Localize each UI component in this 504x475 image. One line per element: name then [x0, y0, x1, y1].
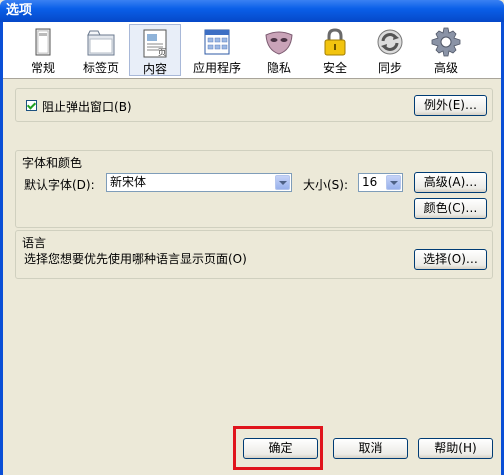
- language-group: 语言 选择您想要优先使用哪种语言显示页面(O) 选择(O)…: [15, 230, 493, 279]
- tab-sync[interactable]: 同步: [364, 24, 416, 76]
- tab-content-label: 内容: [142, 62, 167, 76]
- advanced-gear-icon: [430, 26, 462, 58]
- tab-tabs-label: 标签页: [82, 61, 119, 75]
- applications-icon: [201, 26, 233, 58]
- block-popups-label[interactable]: 阻止弹出窗口(B): [42, 98, 132, 115]
- options-window: 常规 标签页 页 内容 应用程序 隐私 安全 同步 高级 阻止弹出窗口(B) 例…: [0, 22, 504, 475]
- help-button[interactable]: 帮助(H): [418, 438, 493, 459]
- privacy-mask-icon: [263, 26, 295, 58]
- svg-text:页: 页: [158, 48, 166, 57]
- fonts-advanced-button[interactable]: 高级(A)…: [414, 172, 487, 193]
- tab-general[interactable]: 常规: [17, 24, 69, 76]
- language-group-title: 语言: [22, 236, 47, 250]
- category-toolbar: 常规 标签页 页 内容 应用程序 隐私 安全 同步 高级: [3, 22, 501, 79]
- default-font-label: 默认字体(D):: [24, 178, 95, 192]
- tab-tabs[interactable]: 标签页: [75, 24, 127, 76]
- font-size-value: 16: [362, 175, 378, 189]
- tab-general-label: 常规: [30, 61, 55, 75]
- fonts-group-title: 字体和颜色: [22, 156, 83, 170]
- tab-applications[interactable]: 应用程序: [188, 24, 246, 76]
- security-lock-icon: [319, 26, 351, 58]
- fonts-colors-group: 字体和颜色 默认字体(D): 新宋体 大小(S): 16 高级(A)… 颜色(C…: [15, 150, 493, 228]
- font-size-label: 大小(S):: [303, 178, 349, 192]
- tab-applications-label: 应用程序: [192, 61, 241, 75]
- tab-content[interactable]: 页 内容: [129, 24, 181, 76]
- cancel-button[interactable]: 取消: [333, 438, 408, 459]
- general-icon: [27, 26, 59, 58]
- window-title: 选项: [6, 3, 33, 18]
- tab-advanced-label: 高级: [433, 61, 458, 75]
- choose-language-button[interactable]: 选择(O)…: [414, 249, 487, 270]
- sync-icon: [374, 26, 406, 58]
- tab-advanced[interactable]: 高级: [420, 24, 472, 76]
- chevron-down-icon: [386, 175, 401, 190]
- chevron-down-icon: [275, 175, 290, 190]
- popup-group: 阻止弹出窗口(B) 例外(E)…: [15, 88, 493, 122]
- title-bar: 选项: [0, 0, 504, 22]
- default-font-select[interactable]: 新宋体: [106, 173, 292, 192]
- colors-button[interactable]: 颜色(C)…: [414, 198, 487, 219]
- tab-security-label: 安全: [322, 61, 347, 75]
- content-panel: 阻止弹出窗口(B) 例外(E)… 字体和颜色 默认字体(D): 新宋体 大小(S…: [15, 88, 493, 279]
- tab-privacy-label: 隐私: [266, 61, 291, 75]
- tab-privacy[interactable]: 隐私: [253, 24, 305, 76]
- highlight-annotation-box: [233, 426, 323, 470]
- block-popups-checkbox[interactable]: [26, 100, 37, 111]
- font-size-select[interactable]: 16: [358, 173, 403, 192]
- tabs-icon: [85, 26, 117, 58]
- tab-security[interactable]: 安全: [309, 24, 361, 76]
- default-font-value: 新宋体: [110, 175, 147, 189]
- popup-exceptions-button[interactable]: 例外(E)…: [414, 95, 487, 116]
- content-icon: 页: [139, 27, 171, 59]
- language-description: 选择您想要优先使用哪种语言显示页面(O): [24, 252, 247, 266]
- tab-sync-label: 同步: [377, 61, 402, 75]
